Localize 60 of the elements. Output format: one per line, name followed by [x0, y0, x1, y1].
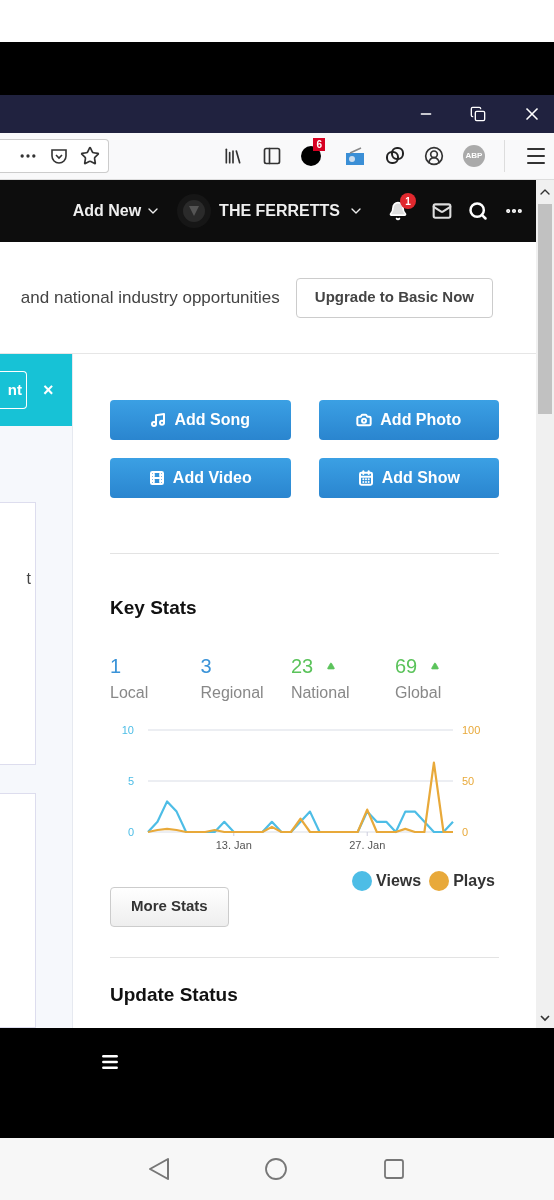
- calendar-icon: [357, 470, 374, 486]
- film-icon: [148, 470, 165, 486]
- up-arrow-icon: [325, 661, 338, 670]
- camera-icon: [356, 412, 373, 428]
- stat-label: National: [290, 682, 351, 703]
- legend-label: Views: [376, 870, 422, 891]
- notification-badge: 6: [313, 138, 325, 151]
- axis-label: 27. Jan: [349, 838, 386, 851]
- stat-label: Local: [110, 682, 150, 703]
- mail-icon[interactable]: [432, 201, 452, 221]
- more-stats-button[interactable]: More Stats: [110, 886, 229, 927]
- back-icon[interactable]: [148, 1157, 170, 1181]
- add-button[interactable]: Add Song: [110, 400, 291, 440]
- section-title: Update Status: [110, 983, 239, 1006]
- stat-value: 23: [290, 653, 314, 679]
- section-title: Key Stats: [110, 596, 198, 620]
- band-menu[interactable]: THE FERRETTS: [177, 194, 364, 228]
- radio-icon[interactable]: [344, 146, 366, 166]
- add-button[interactable]: Add Show: [318, 458, 499, 498]
- notification-badge: 1: [400, 193, 416, 209]
- card-text: t: [26, 569, 31, 589]
- address-bar[interactable]: [0, 139, 109, 173]
- sidebar-icon[interactable]: [262, 146, 283, 166]
- add-new-menu[interactable]: Add New: [72, 199, 162, 223]
- account-icon[interactable]: [424, 146, 444, 166]
- scrollbar[interactable]: [536, 180, 554, 1028]
- close-button[interactable]: ×: [43, 376, 54, 404]
- axis-label: 0: [462, 825, 469, 838]
- stat-label: Global: [394, 682, 443, 703]
- add-button[interactable]: Add Video: [110, 458, 291, 498]
- linked-rings-icon[interactable]: [385, 146, 405, 166]
- stat-value: 1: [110, 653, 122, 679]
- axis-label: 5: [127, 774, 134, 787]
- notice-button[interactable]: nt: [0, 371, 27, 409]
- stat-value: 3: [200, 653, 212, 679]
- stat-label: Regional: [200, 682, 265, 703]
- axis-label: 0: [127, 825, 134, 838]
- music-note-icon: [150, 412, 167, 428]
- home-icon[interactable]: [264, 1157, 288, 1181]
- up-arrow-icon: [429, 661, 442, 670]
- scroll-thumb[interactable]: [538, 204, 552, 414]
- upgrade-button[interactable]: Upgrade to Basic Now: [295, 277, 493, 318]
- banner-text: and national industry opportunities: [20, 286, 280, 309]
- pocket-icon[interactable]: [50, 147, 68, 165]
- menu-icon[interactable]: [100, 1052, 120, 1072]
- axis-label: 10: [121, 723, 134, 736]
- legend-label: Plays: [453, 870, 495, 891]
- scroll-down-icon[interactable]: [539, 1012, 551, 1024]
- search-icon[interactable]: [468, 201, 488, 221]
- axis-label: 100: [462, 723, 481, 736]
- stat-value: 69: [394, 653, 418, 679]
- recent-apps-icon[interactable]: [382, 1157, 406, 1181]
- axis-label: 50: [462, 774, 475, 787]
- adblock-icon[interactable]: ABP: [463, 145, 485, 167]
- star-icon[interactable]: [80, 146, 100, 166]
- extension-icon[interactable]: [301, 146, 322, 166]
- axis-label: 13. Jan: [215, 838, 252, 851]
- add-button[interactable]: Add Photo: [318, 400, 499, 440]
- bell-icon[interactable]: [388, 201, 408, 221]
- restore-icon[interactable]: [470, 106, 486, 122]
